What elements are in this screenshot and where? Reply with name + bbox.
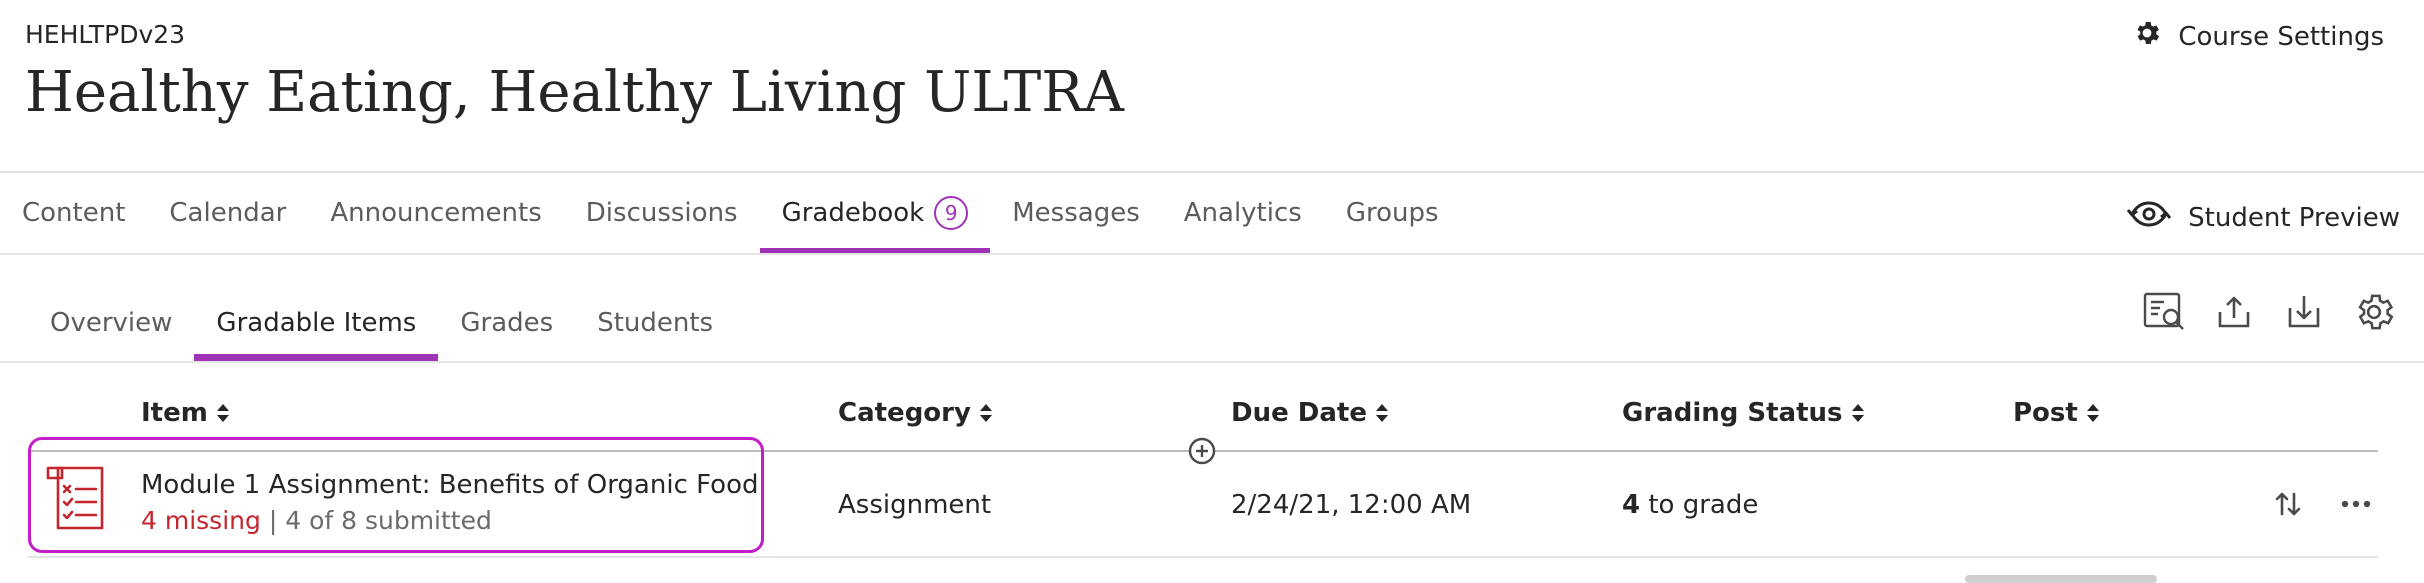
column-header-label: Post: [2013, 398, 2078, 428]
nav-divider: [0, 253, 2424, 255]
tab-gradebook[interactable]: Gradebook 9: [759, 173, 991, 255]
submission-summary: 4 missing | 4 of 8 submitted: [141, 506, 492, 535]
gear-icon[interactable]: [2352, 290, 2396, 334]
tab-label: Gradebook: [781, 198, 925, 228]
gradebook-subnav: Overview Gradable Items Grades Students: [28, 285, 735, 361]
gradebook-count-badge: 9: [934, 196, 969, 230]
tab-label: Content: [22, 198, 126, 228]
tab-label: Calendar: [169, 198, 287, 228]
course-settings-button[interactable]: Course Settings: [2132, 18, 2384, 55]
tab-announcements[interactable]: Announcements: [308, 173, 563, 253]
tab-label: Messages: [1012, 198, 1140, 228]
reorder-icon[interactable]: [2270, 486, 2306, 522]
eye-refresh-icon: [2126, 196, 2172, 239]
sort-icon: [1851, 404, 1864, 422]
subtab-gradable-items[interactable]: Gradable Items: [194, 285, 439, 361]
subtab-label: Overview: [50, 308, 173, 338]
tab-label: Groups: [1345, 198, 1439, 228]
tab-label: Analytics: [1183, 198, 1302, 228]
gear-icon: [2132, 18, 2162, 55]
tab-messages[interactable]: Messages: [990, 173, 1162, 253]
to-grade-count: 4: [1622, 490, 1641, 520]
subtab-students[interactable]: Students: [575, 285, 735, 361]
meta-separator: |: [268, 506, 278, 535]
column-header-post[interactable]: Post: [2013, 398, 2100, 428]
tab-calendar[interactable]: Calendar: [147, 173, 308, 253]
sort-icon: [216, 404, 229, 422]
gradebook-toolbar: [2142, 290, 2396, 334]
subtab-label: Grades: [460, 308, 554, 338]
sort-icon: [979, 404, 992, 422]
tab-label: Announcements: [330, 198, 542, 228]
column-header-category[interactable]: Category: [838, 398, 993, 428]
row-divider: [28, 556, 2378, 558]
sort-icon: [2086, 404, 2099, 422]
course-settings-label: Course Settings: [2178, 21, 2384, 52]
assignment-icon: [44, 462, 116, 534]
export-icon[interactable]: [2212, 290, 2256, 334]
subnav-divider: [0, 361, 2424, 363]
category-cell: Assignment: [838, 490, 992, 520]
column-header-label: Due Date: [1231, 398, 1367, 428]
column-header-due-date[interactable]: Due Date: [1231, 398, 1389, 428]
to-grade-label: to grade: [1648, 490, 1759, 520]
column-header-grading-status[interactable]: Grading Status: [1622, 398, 1865, 428]
tab-label: Discussions: [585, 198, 738, 228]
add-item-icon[interactable]: [1187, 436, 1217, 466]
student-preview-button[interactable]: Student Preview: [2126, 196, 2400, 239]
gradable-item-title[interactable]: Module 1 Assignment: Benefits of Organic…: [141, 470, 758, 500]
download-icon[interactable]: [2282, 290, 2326, 334]
horizontal-scrollbar[interactable]: [1965, 575, 2157, 583]
sort-icon: [1375, 404, 1388, 422]
column-header-label: Grading Status: [1622, 398, 1843, 428]
more-options-icon[interactable]: [2338, 486, 2374, 522]
grading-status-cell[interactable]: 4 to grade: [1622, 490, 1758, 520]
course-nav: Content Calendar Announcements Discussio…: [0, 173, 1461, 255]
tab-analytics[interactable]: Analytics: [1162, 173, 1324, 253]
tab-groups[interactable]: Groups: [1324, 173, 1461, 253]
subtab-label: Students: [597, 308, 714, 338]
student-preview-label: Student Preview: [2188, 202, 2400, 233]
grading-review-icon[interactable]: [2142, 290, 2186, 334]
missing-count: 4 missing: [141, 506, 261, 535]
column-header-item[interactable]: Item: [141, 398, 230, 428]
course-title: Healthy Eating, Healthy Living ULTRA: [25, 60, 1124, 125]
column-header-label: Category: [838, 398, 971, 428]
tab-content[interactable]: Content: [0, 173, 147, 253]
tab-discussions[interactable]: Discussions: [564, 173, 760, 253]
subtab-grades[interactable]: Grades: [438, 285, 575, 361]
subtab-overview[interactable]: Overview: [28, 285, 194, 361]
subtab-label: Gradable Items: [216, 308, 417, 338]
due-date-cell: 2/24/21, 12:00 AM: [1231, 490, 1472, 520]
column-header-label: Item: [141, 398, 208, 428]
course-code: HEHLTPDv23: [25, 20, 186, 49]
submitted-count: 4 of 8 submitted: [285, 506, 492, 535]
